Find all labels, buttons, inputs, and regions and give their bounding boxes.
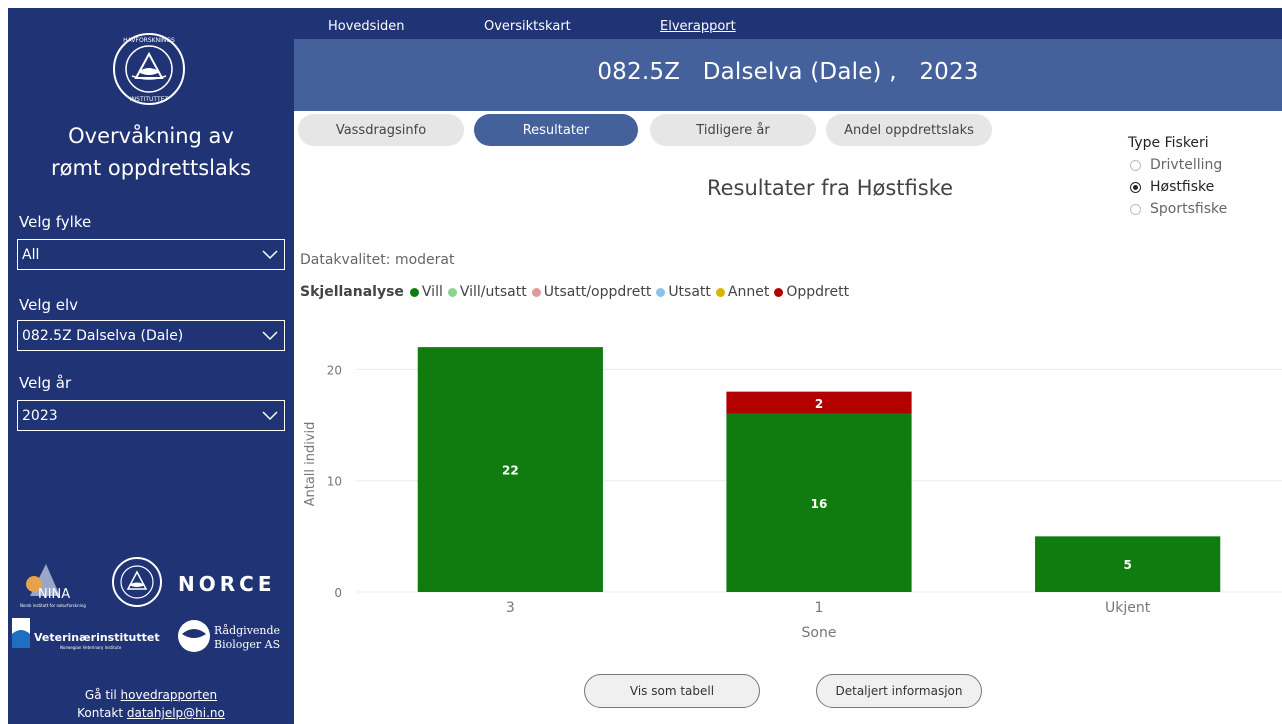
type-fiskeri-title: Type Fiskeri: [1128, 135, 1209, 151]
legend-item-utsatt[interactable]: Utsatt: [656, 284, 711, 300]
legend-item-vill-utsatt[interactable]: Vill/utsatt: [447, 284, 527, 300]
river-name: Dalselva (Dale) ,: [702, 59, 897, 85]
sidebar: HAVFORSKNINGS INSTITUTTET Overvåkning av…: [8, 8, 294, 724]
filter-label-fylke: Velg fylke: [19, 213, 92, 231]
tab-andel-oppdrettslaks[interactable]: Andel oppdrettslaks: [826, 114, 992, 146]
data-label: 5: [1123, 558, 1131, 572]
elv-dropdown[interactable]: 082.5Z Dalselva (Dale): [17, 320, 285, 351]
norce-text: NORCE: [178, 572, 275, 596]
rb-line1: Rådgivende: [214, 624, 280, 637]
fylke-dropdown[interactable]: All: [17, 239, 285, 270]
legend-item-annet[interactable]: Annet: [715, 284, 770, 300]
filter-label-elv: Velg elv: [19, 296, 79, 314]
y-tick-label: 10: [327, 475, 342, 489]
hovedrapporten-link[interactable]: hovedrapporten: [121, 688, 218, 702]
legend-label: Utsatt: [668, 284, 711, 300]
river-code: 082.5Z: [597, 59, 681, 85]
nina-logo: NINA Norsk institutt for naturforskning: [20, 564, 86, 608]
vet-text: Veterinærinstituttet: [34, 631, 160, 644]
filter-label-ar: Velg år: [19, 374, 72, 392]
legend-label: Annet: [727, 284, 770, 300]
legend-dot-icon: [409, 287, 419, 297]
page-header: 082.5Z Dalselva (Dale) , 2023: [294, 39, 1282, 111]
legend-item-utsatt-oppdrett[interactable]: Utsatt/oppdrett: [531, 284, 652, 300]
contact-email-link[interactable]: datahjelp@hi.no: [127, 706, 225, 720]
x-tick-label: 3: [506, 600, 515, 616]
y-axis-label: Antall individ: [303, 422, 318, 507]
legend-title: Skjellanalyse: [300, 284, 404, 300]
elv-value: 082.5Z Dalselva (Dale): [22, 327, 184, 344]
legend-label: Vill: [421, 284, 443, 300]
footer-contact-prefix: Kontakt: [77, 706, 127, 720]
detaljert-informasjon-button[interactable]: Detaljert informasjon: [816, 674, 982, 708]
tab-vassdragsinfo[interactable]: Vassdragsinfo: [298, 114, 464, 146]
havforskningsinstituttet-logo: HAVFORSKNINGS INSTITUTTET: [113, 33, 185, 105]
nav-elverapport[interactable]: Elverapport: [660, 19, 736, 34]
legend-item-oppdrett[interactable]: Oppdrett: [774, 284, 849, 300]
partner-logos: NINA Norsk institutt for naturforskning …: [12, 557, 280, 652]
chevron-down-icon: [262, 250, 278, 260]
nav-hovedsiden[interactable]: Hovedsiden: [328, 19, 405, 34]
legend-dot-icon: [715, 287, 725, 297]
legend-label: Utsatt/oppdrett: [543, 284, 652, 300]
data-label: 22: [502, 464, 519, 478]
chart-legend: Skjellanalyse Vill Vill/utsatt Utsatt/op…: [300, 284, 854, 300]
radio-hostfiske[interactable]: Høstfiske: [1130, 176, 1227, 198]
chevron-down-icon: [262, 331, 278, 341]
top-nav: Hovedsiden Oversiktskart Elverapport: [294, 8, 1282, 39]
chevron-down-icon: [262, 411, 278, 421]
app-title-line2: rømt oppdrettslaks: [51, 156, 251, 180]
x-tick-label: Ukjent: [1105, 600, 1151, 616]
rb-line2: Biologer AS: [214, 638, 280, 651]
fylke-value: All: [22, 246, 40, 263]
chart-title: Resultater fra Høstfiske: [706, 176, 954, 200]
radgivende-biologer-logo: Rådgivende Biologer AS: [178, 620, 280, 652]
nina-subtext: Norsk institutt for naturforskning: [20, 603, 86, 608]
app-title-line1: Overvåkning av: [68, 124, 234, 148]
y-tick-label: 0: [334, 586, 342, 600]
data-label: 16: [811, 497, 828, 511]
type-fiskeri-slicer: Type Fiskeri Drivtelling Høstfiske Sport…: [1128, 135, 1227, 220]
x-axis-label: Sone: [802, 625, 837, 641]
radio-circle-icon: [1130, 159, 1141, 171]
datakvalitet-text: Datakvalitet: moderat: [300, 252, 455, 268]
report-year: 2023: [919, 59, 979, 85]
norce-logo: NORCE: [178, 572, 275, 596]
footer-kontakt: Kontakt datahjelp@hi.no: [8, 706, 294, 720]
footer-goto-prefix: Gå til: [84, 688, 121, 702]
page-title: 082.5Z Dalselva (Dale) , 2023: [294, 59, 1282, 85]
legend-dot-icon: [531, 287, 541, 297]
radio-drivtelling[interactable]: Drivtelling: [1130, 154, 1227, 176]
radio-circle-icon: [1130, 203, 1141, 215]
tab-tidligere-ar[interactable]: Tidligere år: [650, 114, 816, 146]
legend-dot-icon: [447, 287, 457, 297]
svg-text:INSTITUTTET: INSTITUTTET: [130, 96, 169, 103]
app-title: Overvåkning av rømt oppdrettslaks: [8, 120, 294, 184]
veterinaerinstituttet-logo: Veterinærinstituttet Norwegian Veterinar…: [12, 618, 160, 650]
x-tick-label: 1: [815, 600, 824, 616]
vis-som-tabell-button[interactable]: Vis som tabell: [584, 674, 760, 708]
y-tick-label: 20: [327, 363, 342, 377]
radio-label: Sportsfiske: [1150, 201, 1228, 217]
ar-dropdown[interactable]: 2023: [17, 400, 285, 431]
legend-label: Oppdrett: [786, 284, 850, 300]
legend-dot-icon: [774, 287, 784, 297]
footer-hovedrapport: Gå til hovedrapporten: [8, 688, 294, 702]
legend-dot-icon: [656, 287, 666, 297]
ar-value: 2023: [22, 407, 58, 424]
hi-small-logo: [112, 557, 162, 607]
vet-subtext: Norwegian Veterinary Institute: [60, 645, 122, 650]
radio-label: Drivtelling: [1150, 157, 1223, 173]
radio-sportsfiske[interactable]: Sportsfiske: [1130, 198, 1227, 220]
legend-item-vill[interactable]: Vill: [409, 284, 443, 300]
nina-text: NINA: [38, 587, 70, 602]
radio-selected-icon: [1130, 181, 1141, 193]
data-label: 2: [815, 397, 823, 411]
results-bar-chart: 0 10 20 Antall individ 22 3 16 2 1 5 Ukjent Sone: [303, 347, 1282, 641]
nav-oversiktskart[interactable]: Oversiktskart: [484, 19, 571, 34]
legend-label: Vill/utsatt: [459, 284, 527, 300]
tab-resultater[interactable]: Resultater: [474, 114, 638, 146]
svg-text:HAVFORSKNINGS: HAVFORSKNINGS: [123, 37, 175, 44]
radio-label: Høstfiske: [1150, 179, 1215, 195]
